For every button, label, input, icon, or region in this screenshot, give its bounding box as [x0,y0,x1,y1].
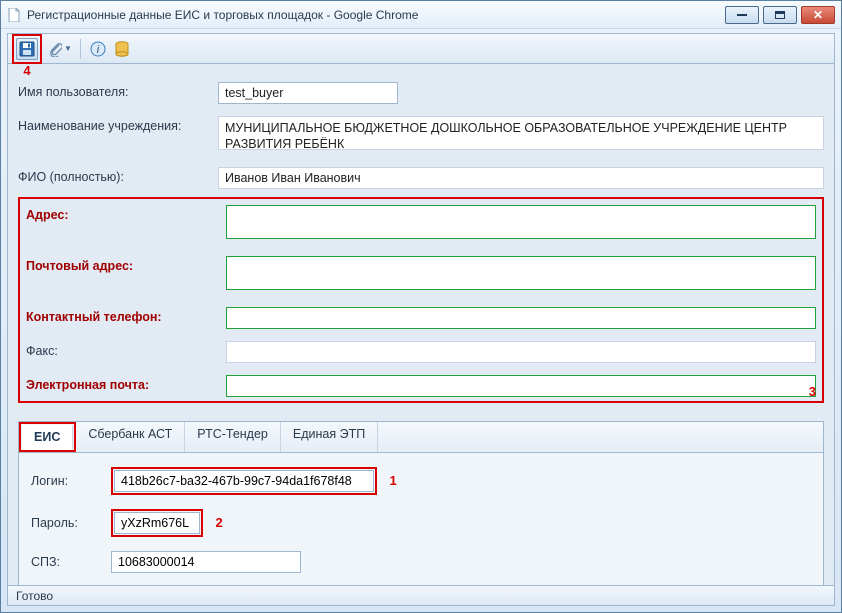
address-row: Адрес: [26,205,816,244]
username-row: Имя пользователя: [18,82,824,104]
annotation-box-tab: ЕИС [19,422,76,452]
tabstrip: ЕИС Сбербанк АСТ РТС-Тендер Единая ЭТП [19,422,823,453]
maximize-button[interactable] [763,6,797,24]
address-input[interactable] [226,205,816,239]
close-button[interactable]: ✕ [801,6,835,24]
tab-body-eis: Логин: 1 Пароль: 2 [19,453,823,601]
spz-label: СПЗ: [31,555,111,569]
toolbar-divider [80,39,81,59]
client-area: 4 ▼ i [7,33,835,606]
phone-input[interactable] [226,307,816,329]
username-input[interactable] [218,82,398,104]
org-row: Наименование учреждения: МУНИЦИПАЛЬНОЕ Б… [18,116,824,155]
database-button[interactable] [113,40,131,58]
email-row: Электронная почта: [26,375,816,397]
tab-edinaya-etp[interactable]: Единая ЭТП [281,422,378,452]
annotation-label-2: 2 [215,515,222,530]
statusbar: Готово [8,585,834,605]
fax-input[interactable] [226,341,816,363]
postal-row: Почтовый адрес: [26,256,816,295]
login-row: Логин: 1 [31,467,811,495]
annotation-box-4: 4 [12,34,42,64]
password-row: Пароль: 2 [31,509,811,537]
info-icon: i [90,41,106,57]
org-label: Наименование учреждения: [18,116,218,133]
tab-rts-tender[interactable]: РТС-Тендер [185,422,281,452]
fullname-row: ФИО (полностью): [18,167,824,189]
app-window: Регистрационные данные ЕИС и торговых пл… [0,0,842,613]
page-icon [7,8,21,22]
postal-label: Почтовый адрес: [26,256,226,273]
password-input[interactable] [114,512,200,534]
email-input[interactable] [226,375,816,397]
minimize-button[interactable] [725,6,759,24]
password-label: Пароль: [31,516,111,530]
paperclip-icon [48,41,62,57]
chevron-down-icon: ▼ [64,44,72,53]
info-button[interactable]: i [89,40,107,58]
spz-input[interactable] [111,551,301,573]
annotation-box-2 [111,509,203,537]
annotation-label-3: 3 [809,384,816,399]
address-label: Адрес: [26,205,226,222]
annotation-label-1: 1 [389,473,396,488]
spz-row: СПЗ: [31,551,811,573]
fullname-label: ФИО (полностью): [18,167,218,184]
annotation-box-1 [111,467,377,495]
tab-sberbank-ast[interactable]: Сбербанк АСТ [76,422,185,452]
fullname-input[interactable] [218,167,824,189]
window-title: Регистрационные данные ЕИС и торговых пл… [27,8,725,22]
form-area: Имя пользователя: Наименование учреждени… [8,64,834,411]
status-text: Готово [16,589,53,603]
window-buttons: ✕ [725,6,835,24]
phone-row: Контактный телефон: [26,307,816,329]
titlebar: Регистрационные данные ЕИС и торговых пл… [1,1,841,29]
save-button[interactable] [16,38,38,60]
platform-tabs: ЕИС Сбербанк АСТ РТС-Тендер Единая ЭТП Л… [18,421,824,597]
org-input[interactable]: МУНИЦИПАЛЬНОЕ БЮДЖЕТНОЕ ДОШКОЛЬНОЕ ОБРАЗ… [218,116,824,150]
database-icon [115,41,129,57]
attach-button[interactable]: ▼ [48,41,72,57]
login-label: Логин: [31,474,111,488]
phone-label: Контактный телефон: [26,307,226,324]
username-label: Имя пользователя: [18,82,218,99]
fax-row: Факс: [26,341,816,363]
postal-input[interactable] [226,256,816,290]
tab-eis[interactable]: ЕИС [22,425,73,450]
login-input[interactable] [114,470,374,492]
fax-label: Факс: [26,341,226,358]
email-label: Электронная почта: [26,375,226,392]
toolbar: 4 ▼ i [8,34,834,64]
floppy-icon [19,41,35,57]
required-fields-block: Адрес: Почтовый адрес: Контактный телефо… [18,197,824,403]
